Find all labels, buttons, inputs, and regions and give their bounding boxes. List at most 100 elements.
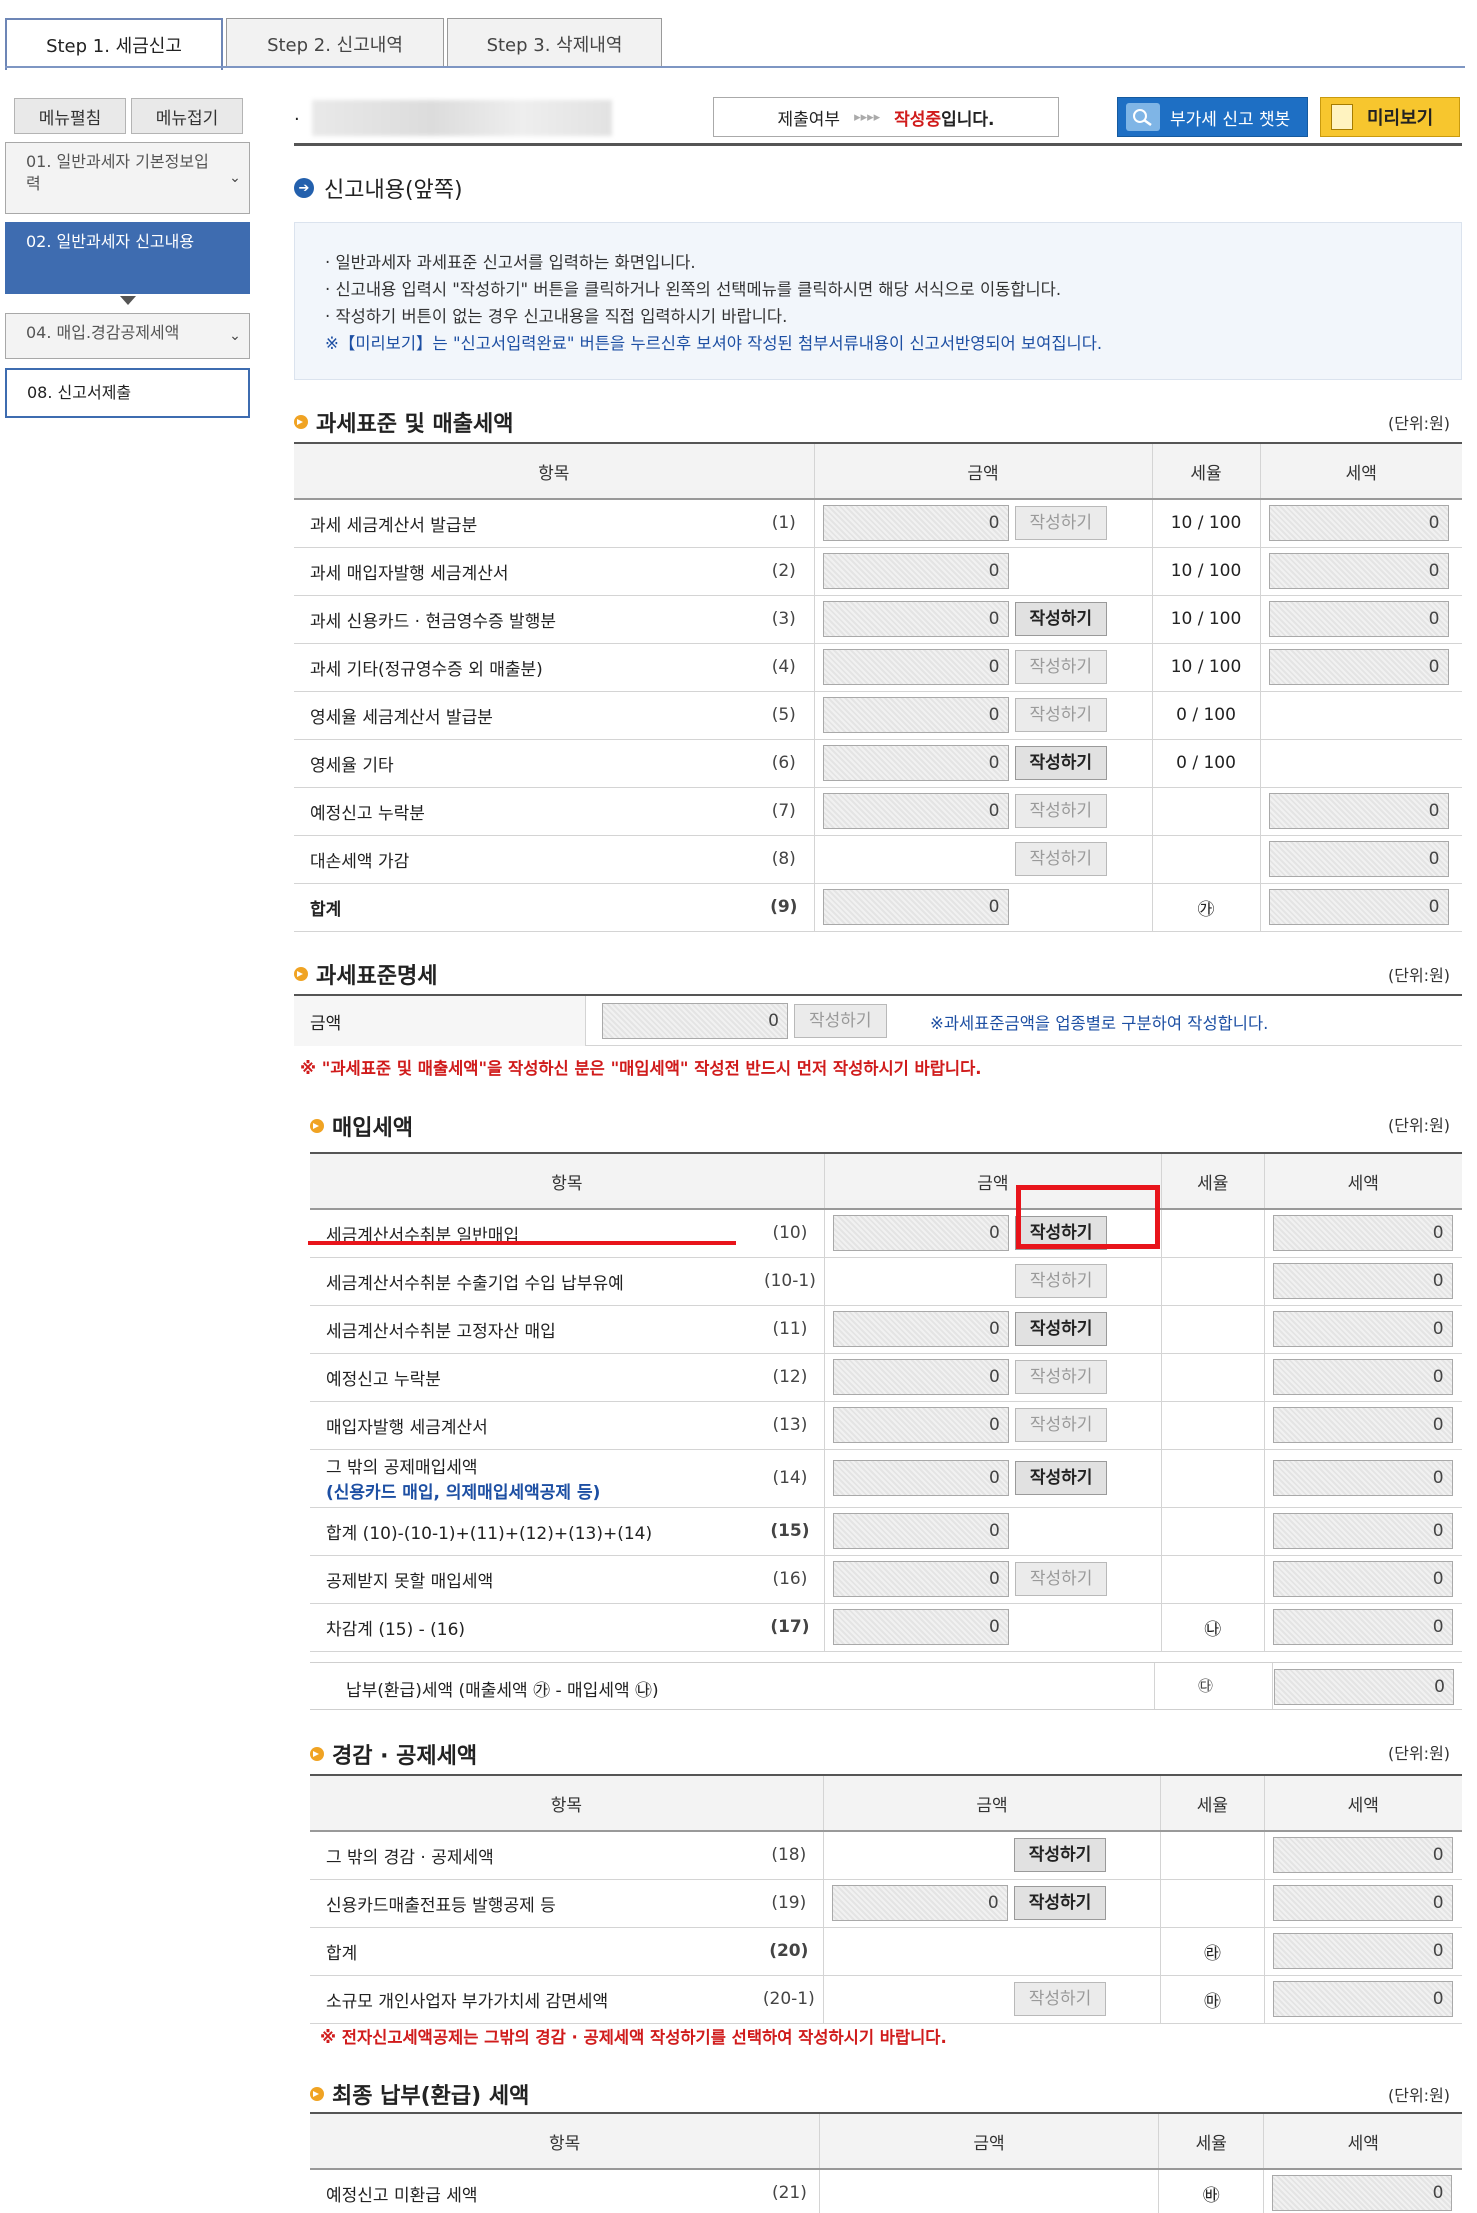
status-box: 제출여부 ▸▸▸▸ 작성중입니다. bbox=[713, 97, 1059, 137]
amount-input[interactable]: 0 bbox=[832, 1215, 1009, 1252]
tax-input[interactable]: 0 bbox=[1272, 1311, 1453, 1347]
tax-input[interactable]: 0 bbox=[1272, 1263, 1453, 1299]
amount-input[interactable]: 0 bbox=[822, 601, 1009, 637]
tax-input[interactable]: 0 bbox=[1268, 841, 1449, 877]
tax-input[interactable]: 0 bbox=[1272, 1460, 1453, 1496]
status-suffix: 입니다. bbox=[941, 109, 995, 130]
rate-cell bbox=[1151, 835, 1260, 884]
table-row: 예정신고 누락분 (12) 0 작성하기 0 bbox=[310, 1353, 1462, 1402]
write-button[interactable]: 작성하기 bbox=[1014, 506, 1108, 541]
amount-input[interactable]: 0 bbox=[832, 1460, 1009, 1496]
rate-cell bbox=[1160, 1879, 1265, 1928]
write-button[interactable]: 작성하기 bbox=[1014, 746, 1108, 780]
menu-collapse-button[interactable]: 메뉴접기 bbox=[131, 98, 243, 134]
tax-input[interactable]: 0 bbox=[1272, 1561, 1453, 1597]
amount-cell: 0 bbox=[823, 1507, 1162, 1556]
col-header-item: 항목 bbox=[310, 2112, 820, 2170]
amount-input[interactable]: 0 bbox=[831, 1885, 1008, 1921]
amount-input[interactable]: 0 bbox=[832, 1311, 1009, 1347]
table-row: 세금계산서수취분 고정자산 매입 (11) 0 작성하기 0 bbox=[310, 1305, 1462, 1354]
tax-cell: 0 bbox=[1263, 1449, 1462, 1508]
amount-input[interactable]: 0 bbox=[832, 1609, 1009, 1645]
tax-base-amount-input[interactable]: 0 bbox=[602, 1003, 788, 1039]
tax-base-write-button[interactable]: 작성하기 bbox=[794, 1004, 887, 1038]
write-button[interactable]: 작성하기 bbox=[1013, 1886, 1107, 1920]
amount-input[interactable]: 0 bbox=[822, 889, 1009, 925]
amount-cell bbox=[822, 1927, 1161, 1976]
sidebar-item-purchase-deduction[interactable]: 04. 매입.경감공제세액 ⌄ bbox=[5, 313, 250, 359]
rate-cell bbox=[1160, 1507, 1265, 1556]
sidebar-item-submit[interactable]: 08. 신고서제출 bbox=[5, 368, 250, 418]
amount-input[interactable]: 0 bbox=[832, 1407, 1009, 1443]
tax-input[interactable]: 0 bbox=[1268, 649, 1449, 685]
amount-input[interactable]: 0 bbox=[832, 1513, 1009, 1549]
tax-input[interactable]: 0 bbox=[1268, 793, 1449, 829]
tab-step1[interactable]: Step 1. 세금신고 bbox=[5, 18, 223, 70]
tax-input[interactable]: 0 bbox=[1272, 1215, 1453, 1252]
col-header-rate: 세율 bbox=[1151, 442, 1260, 500]
tax-input[interactable]: 0 bbox=[1272, 1609, 1453, 1645]
purchase-tax-table: 항목 금액 세율 세액 세금계산서수취분 일반매입 (10) 0 작성하기 0 세금계산서수취분… bbox=[310, 1152, 1462, 1652]
amount-input[interactable]: 0 bbox=[822, 649, 1009, 685]
table-row: 합계 (10)-(10-1)+(11)+(12)+(13)+(14) (15) 0 0 bbox=[310, 1507, 1462, 1556]
write-button[interactable]: 작성하기 bbox=[1013, 1982, 1107, 2016]
amount-cell: 0 bbox=[813, 883, 1152, 932]
row-label-cell: 과세 세금계산서 발급분 bbox=[294, 499, 754, 548]
tax-input[interactable]: 0 bbox=[1272, 1837, 1453, 1874]
table-row: 과세 신용카드 · 현금영수증 발행분 (3) 0 작성하기 10 / 100 0 bbox=[294, 595, 1462, 644]
preview-button[interactable]: 미리보기 bbox=[1320, 97, 1460, 137]
tax-input[interactable]: 0 bbox=[1268, 553, 1449, 589]
row-label: 합계 bbox=[326, 1943, 358, 1964]
rate-cell: 10 / 100 bbox=[1151, 499, 1260, 548]
amount-input[interactable]: 0 bbox=[822, 553, 1009, 589]
sidebar-item-report-content[interactable]: 02. 일반과세자 신고내용 bbox=[5, 222, 250, 294]
tax-input[interactable]: 0 bbox=[1272, 2175, 1453, 2212]
payment-value-input[interactable]: 0 bbox=[1274, 1669, 1454, 1705]
write-button[interactable]: 작성하기 bbox=[1014, 1360, 1108, 1394]
table-row: 그 밖의 공제매입세액 (신용카드 매입, 의제매입세액공제 등) (14) 0 작성하… bbox=[310, 1449, 1462, 1508]
write-button[interactable]: 작성하기 bbox=[1014, 1562, 1108, 1596]
tax-input[interactable]: 0 bbox=[1272, 1933, 1453, 1969]
tax-input[interactable]: 0 bbox=[1272, 1407, 1453, 1443]
write-button[interactable]: 작성하기 bbox=[1014, 650, 1108, 684]
amount-input[interactable]: 0 bbox=[822, 745, 1009, 781]
write-button[interactable]: 작성하기 bbox=[1013, 1838, 1107, 1873]
sidebar-item-basic-info[interactable]: 01. 일반과세자 기본정보입력 ⌄ bbox=[5, 142, 250, 214]
status-label: 제출여부 bbox=[777, 109, 841, 130]
row-label-cell: 세금계산서수취분 일반매입 bbox=[310, 1209, 756, 1258]
write-button[interactable]: 작성하기 bbox=[1014, 1408, 1108, 1442]
amount-input[interactable]: 0 bbox=[822, 505, 1009, 542]
amount-input[interactable]: 0 bbox=[822, 793, 1009, 829]
write-button[interactable]: 작성하기 bbox=[1014, 842, 1108, 876]
write-button[interactable]: 작성하기 bbox=[1014, 698, 1108, 732]
amount-input[interactable]: 0 bbox=[832, 1561, 1009, 1597]
table-row: 매입자발행 세금계산서 (13) 0 작성하기 0 bbox=[310, 1401, 1462, 1450]
chevron-down-icon[interactable]: ⌄ bbox=[225, 321, 245, 351]
write-button[interactable]: 작성하기 bbox=[1014, 1461, 1108, 1495]
amount-input[interactable]: 0 bbox=[832, 1359, 1009, 1395]
write-button[interactable]: 작성하기 bbox=[1014, 1264, 1108, 1298]
col-header-amount: 금액 bbox=[822, 1774, 1161, 1832]
write-button[interactable]: 작성하기 bbox=[1014, 1312, 1108, 1346]
tax-input[interactable]: 0 bbox=[1272, 1513, 1453, 1549]
menu-expand-button[interactable]: 메뉴펼침 bbox=[14, 98, 126, 134]
write-button[interactable]: 작성하기 bbox=[1014, 794, 1108, 828]
table-row: 그 밖의 경감 · 공제세액 (18) 작성하기 0 bbox=[310, 1831, 1462, 1880]
chatbot-button[interactable]: 부가세 신고 챗봇 bbox=[1117, 97, 1308, 137]
tax-input[interactable]: 0 bbox=[1272, 1885, 1453, 1921]
tax-input[interactable]: 0 bbox=[1268, 505, 1449, 542]
write-button[interactable]: 작성하기 bbox=[1014, 602, 1108, 636]
chevron-down-icon[interactable]: ⌄ bbox=[225, 163, 245, 193]
row-label-cell: 그 밖의 공제매입세액 (신용카드 매입, 의제매입세액공제 등) bbox=[310, 1449, 756, 1508]
tax-input[interactable]: 0 bbox=[1268, 889, 1449, 925]
bullet-icon bbox=[294, 415, 308, 429]
amount-input[interactable]: 0 bbox=[822, 697, 1009, 733]
tab-step2[interactable]: Step 2. 신고내역 bbox=[226, 18, 444, 68]
amount-cell: 0 작성하기 bbox=[813, 595, 1152, 644]
row-number: (11) bbox=[755, 1305, 825, 1354]
tab-step3[interactable]: Step 3. 삭제내역 bbox=[447, 18, 662, 68]
table-row: 합계 (9) 0 ㉮ 0 bbox=[294, 883, 1462, 932]
tax-input[interactable]: 0 bbox=[1272, 1359, 1453, 1395]
tax-input[interactable]: 0 bbox=[1268, 601, 1449, 637]
tax-input[interactable]: 0 bbox=[1272, 1981, 1453, 2017]
